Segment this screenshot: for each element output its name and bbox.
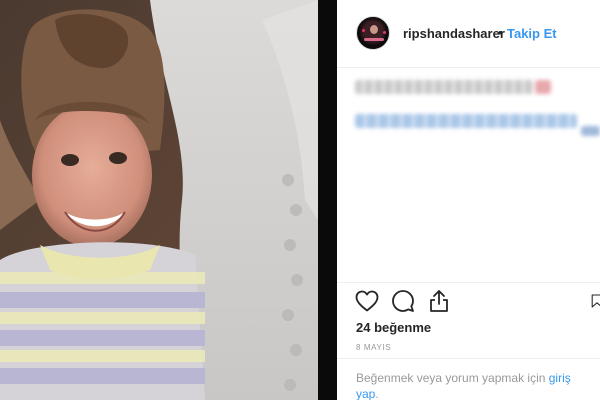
post-sidebar: ripshandasharer • Takip Et 24 beğenme 8 … [337,0,600,400]
login-prompt: Beğenmek veya yorum yapmak için giriş ya… [356,370,596,400]
divider [337,282,600,283]
avatar[interactable] [356,16,390,50]
post-photo[interactable] [0,0,318,400]
heart-outline-icon [355,290,379,312]
divider [337,358,600,359]
post-date[interactable]: 8 MAYIS [356,343,391,352]
comment-button[interactable] [390,288,416,314]
avatar-face [370,25,378,34]
blurred-caption-hashtags [581,126,600,136]
share-button[interactable] [426,288,452,314]
blurred-caption-emoji [535,80,551,94]
save-button[interactable] [591,288,600,314]
avatar-text-mark [364,38,384,41]
likes-count[interactable]: 24 beğenme [356,320,431,335]
bookmark-icon [591,294,600,308]
login-prompt-text: Beğenmek veya yorum yapmak için [356,371,549,385]
avatar-accent-dot [362,29,365,32]
header-separator: • [498,25,503,40]
photo-letterbox-bar [318,0,337,400]
follow-button[interactable]: Takip Et [507,26,557,41]
like-button[interactable] [354,288,380,314]
blurred-caption-line [355,80,533,94]
blurred-caption-hashtags [355,114,577,128]
speech-bubble-icon [392,290,414,312]
username-link[interactable]: ripshandasharer [403,26,505,41]
share-upload-icon [430,290,448,312]
avatar-accent-dot [383,31,386,34]
post-photo-image [0,0,318,400]
login-prompt-end: . [375,387,379,400]
post-header: ripshandasharer • Takip Et [337,0,600,68]
